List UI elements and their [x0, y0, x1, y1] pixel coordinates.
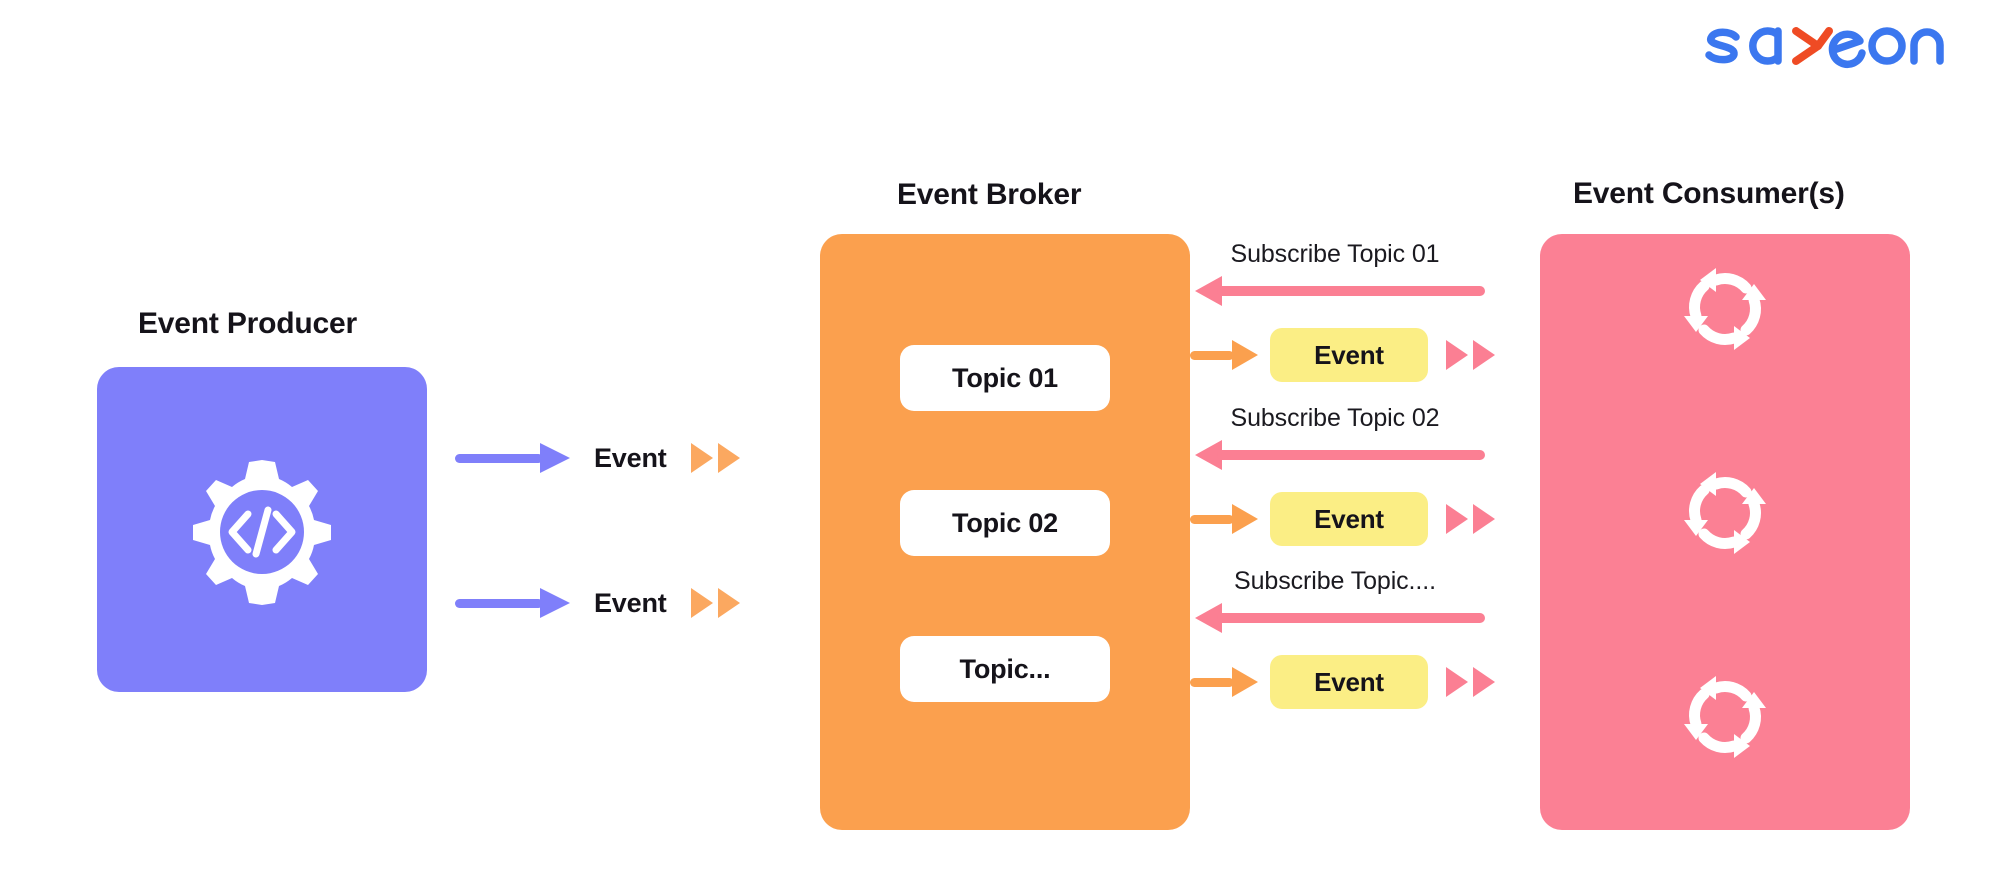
publish-row: Event: [455, 435, 740, 481]
publish-row: Event: [455, 580, 740, 626]
subscribe-label: Subscribe Topic 02: [1230, 404, 1440, 432]
cyclic-arrows-icon: [1668, 252, 1780, 364]
topic-card[interactable]: Topic...: [900, 636, 1110, 702]
arrow-left-icon: [1195, 440, 1485, 470]
arrow-right-icon: [455, 443, 570, 473]
subscribe-label: Subscribe Topic....: [1234, 567, 1436, 595]
diagram-canvas: Event Producer Event Event Event Broker …: [0, 0, 2000, 890]
sayone-logo: [1690, 14, 1960, 76]
double-triangle-right-icon: [1446, 667, 1495, 697]
gear-code-icon: [162, 455, 362, 610]
subscription-flow: Subscribe Topic 02 Event: [1190, 404, 1550, 574]
arrow-right-icon: [1190, 340, 1258, 370]
arrow-right-icon: [455, 588, 570, 618]
topic-card[interactable]: Topic 02: [900, 490, 1110, 556]
topic-card[interactable]: Topic 01: [900, 345, 1110, 411]
arrow-left-icon: [1195, 603, 1485, 633]
event-pill[interactable]: Event: [1270, 655, 1428, 709]
subscription-flow: Subscribe Topic 01 Event: [1190, 240, 1550, 410]
event-pill[interactable]: Event: [1270, 328, 1428, 382]
event-broker-title: Event Broker: [897, 178, 1082, 211]
subscribe-label: Subscribe Topic 01: [1230, 240, 1440, 268]
double-triangle-right-icon: [690, 588, 740, 618]
event-consumer-title: Event Consumer(s): [1573, 177, 1845, 210]
subscription-flow: Subscribe Topic.... Event: [1190, 567, 1550, 737]
double-triangle-right-icon: [1446, 340, 1495, 370]
event-delivery-group: Event: [1190, 492, 1495, 546]
arrow-right-icon: [1190, 504, 1258, 534]
arrow-right-icon: [1190, 667, 1258, 697]
double-triangle-right-icon: [690, 443, 740, 473]
event-producer-title: Event Producer: [138, 307, 357, 340]
event-delivery-group: Event: [1190, 328, 1495, 382]
arrow-left-icon: [1195, 276, 1485, 306]
event-pill[interactable]: Event: [1270, 492, 1428, 546]
publish-event-label: Event: [594, 442, 667, 473]
cyclic-arrows-icon: [1668, 660, 1780, 772]
publish-event-label: Event: [594, 587, 667, 618]
double-triangle-right-icon: [1446, 504, 1495, 534]
event-delivery-group: Event: [1190, 655, 1495, 709]
cyclic-arrows-icon: [1668, 456, 1780, 568]
